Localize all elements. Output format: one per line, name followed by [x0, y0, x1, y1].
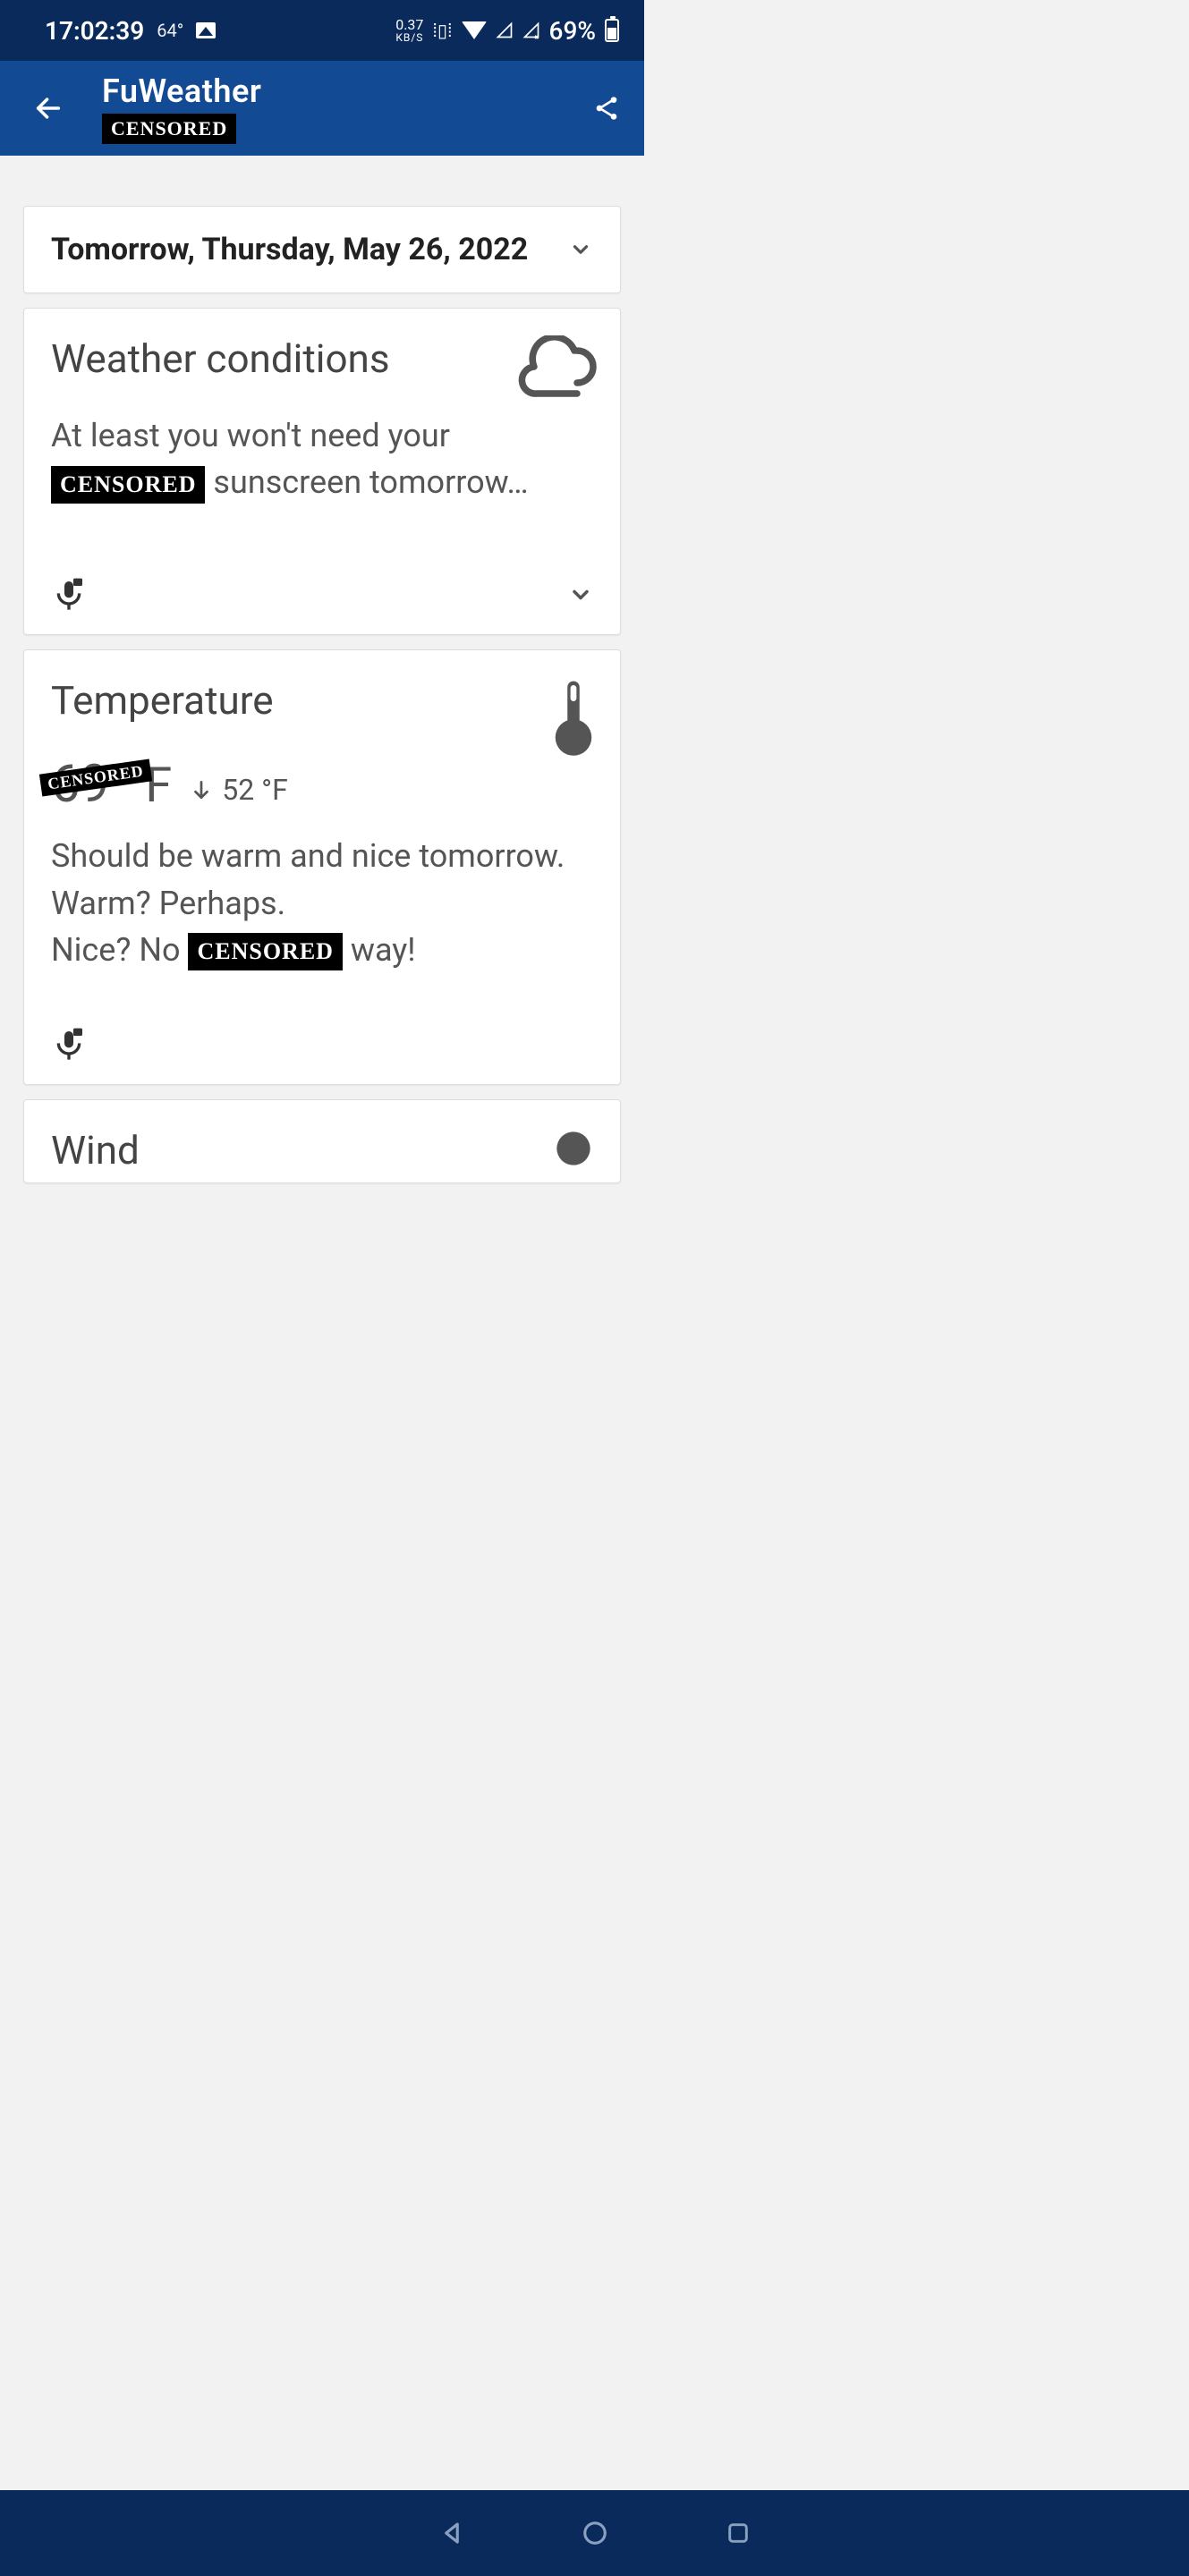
weather-body-censored: CENSORED — [51, 466, 205, 504]
share-button[interactable] — [587, 89, 626, 128]
title-block: FuWeather CENSORED — [102, 72, 587, 144]
vibrate-icon: ⁞▯⁞ — [432, 20, 452, 42]
temp-body-line3-pre: Nice? No — [51, 931, 181, 969]
temp-body-line1: Should be warm and nice tomorrow. — [51, 833, 593, 879]
temperature-values: 69 CENSORED °F 52 °F — [51, 754, 593, 815]
status-right: 0.37 KB/S ⁞▯⁞ 69% — [395, 16, 619, 46]
share-icon — [592, 94, 621, 123]
status-bar: 17:02:39 64° 0.37 KB/S ⁞▯⁞ 69% — [0, 0, 644, 61]
app-title: FuWeather — [102, 72, 587, 110]
network-speed-value: 0.37 — [395, 18, 423, 32]
temperature-card: Temperature 69 CENSORED °F 52 °F Should … — [23, 649, 621, 1085]
cloud-icon — [513, 335, 599, 398]
arrow-down-icon — [190, 778, 213, 801]
expand-weather-button[interactable] — [568, 582, 593, 607]
signal2-icon — [522, 21, 540, 39]
wifi-icon — [462, 21, 487, 39]
temperature-body: Should be warm and nice tomorrow. Warm? … — [51, 833, 593, 973]
temp-body-line3-censored: CENSORED — [188, 933, 342, 970]
arrow-left-icon — [33, 93, 64, 123]
temperature-low: 52 °F — [190, 773, 288, 807]
temp-body-line3-post: way! — [351, 931, 416, 969]
chevron-down-icon — [568, 237, 593, 262]
microphone-quote-icon — [51, 577, 87, 613]
date-label: Tomorrow, Thursday, May 26, 2022 — [51, 232, 528, 267]
temperature-low-value: 52 °F — [222, 773, 288, 807]
temperature-card-footer — [51, 1009, 593, 1063]
network-speed: 0.37 KB/S — [395, 18, 423, 43]
wind-icon — [548, 1123, 599, 1174]
temperature-title: Temperature — [51, 677, 593, 724]
date-selector-card[interactable]: Tomorrow, Thursday, May 26, 2022 — [23, 206, 621, 293]
content-area: Tomorrow, Thursday, May 26, 2022 Weather… — [0, 156, 644, 1309]
weather-card-footer — [51, 559, 593, 613]
circle-home-icon — [582, 2520, 608, 2546]
nav-recents-button[interactable] — [720, 2515, 756, 2551]
weather-body: At least you won't need your CENSORED su… — [51, 412, 593, 505]
weather-body-pre: At least you won't need your — [51, 417, 450, 454]
wind-card: Wind — [23, 1099, 621, 1183]
thermometer-icon — [548, 677, 599, 758]
microphone-quote-icon — [51, 1027, 87, 1063]
image-icon — [196, 22, 216, 38]
triangle-back-icon — [438, 2520, 465, 2546]
subtitle-censored: CENSORED — [102, 114, 236, 144]
speak-button[interactable] — [51, 577, 87, 613]
speak-temperature-button[interactable] — [51, 1027, 87, 1063]
nav-home-button[interactable] — [577, 2515, 613, 2551]
status-time: 17:02:39 — [45, 16, 144, 46]
app-bar: FuWeather CENSORED — [0, 61, 644, 156]
square-recents-icon — [726, 2521, 751, 2546]
back-button[interactable] — [29, 89, 68, 128]
system-nav-bar — [0, 2490, 1189, 2576]
nav-back-button[interactable] — [434, 2515, 470, 2551]
weather-conditions-card: Weather conditions At least you won't ne… — [23, 308, 621, 635]
temperature-high: 69 CENSORED — [51, 754, 109, 815]
signal-icon — [496, 21, 514, 39]
battery-percent: 69% — [549, 16, 596, 46]
network-speed-unit: KB/S — [395, 32, 423, 43]
temp-body-line2: Warm? Perhaps. — [51, 880, 593, 927]
status-outside-temp: 64° — [157, 20, 183, 41]
weather-body-post: sunscreen tomorrow… — [213, 463, 528, 501]
chevron-down-icon — [568, 582, 593, 607]
temp-body-line3: Nice? No CENSORED way! — [51, 927, 593, 973]
wind-title: Wind — [51, 1127, 593, 1174]
battery-icon — [605, 19, 619, 42]
status-left: 17:02:39 64° — [45, 16, 216, 46]
